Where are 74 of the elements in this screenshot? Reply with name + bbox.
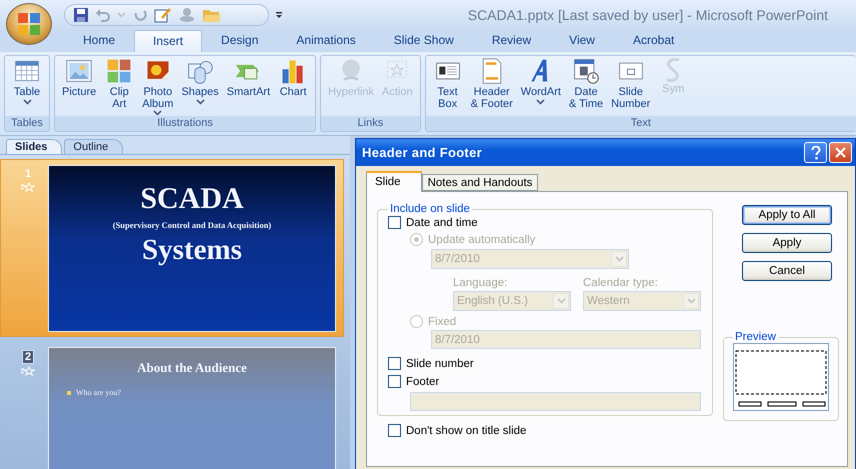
- slide-number: 2: [22, 350, 34, 364]
- edit-icon[interactable]: [154, 7, 172, 23]
- slide-title: SCADA: [140, 182, 244, 216]
- window-title: SCADA1.pptx [Last saved by user] - Microsoft PowerPoint: [468, 7, 828, 23]
- slide-number-checkbox[interactable]: [388, 357, 401, 370]
- ribbon-tab[interactable]: Animations: [277, 29, 375, 52]
- close-button[interactable]: [829, 142, 852, 163]
- radio-label: Fixed: [428, 316, 456, 328]
- ribbon-tab[interactable]: Acrobat: [614, 29, 694, 52]
- footer-checkbox[interactable]: [388, 375, 401, 388]
- customize-icon[interactable]: [275, 11, 283, 19]
- date-time-checkbox[interactable]: [388, 216, 401, 229]
- caret-icon: [556, 298, 566, 304]
- panel-tab[interactable]: Slides: [6, 139, 62, 154]
- slide-item[interactable]: 1 SCADA (Supervisory Control and Data Acquisition) Systems: [0, 159, 344, 337]
- checkbox-label: Footer: [406, 376, 440, 388]
- ribbon-button[interactable]: Chart: [274, 57, 312, 116]
- caret-icon: [686, 298, 696, 304]
- group-label: Tables: [5, 116, 49, 131]
- transition-icon: [21, 366, 35, 376]
- ribbon-button[interactable]: WordArt: [516, 57, 565, 116]
- ribbon-button[interactable]: Text Box: [428, 57, 467, 116]
- group-label: Illustrations: [55, 116, 316, 131]
- ribbon-button[interactable]: Slide Number: [607, 57, 654, 116]
- picture-icon: [65, 57, 94, 85]
- office-logo-icon: [16, 11, 42, 37]
- clip-art-icon: [105, 57, 134, 85]
- group-title: Include on slide: [389, 203, 471, 215]
- checkbox-label: Slide number: [406, 358, 474, 370]
- transition-icon: [21, 182, 35, 192]
- ribbon-button[interactable]: Date & Time: [564, 57, 608, 116]
- field-label: Language:: [453, 277, 508, 289]
- caret-icon: [117, 12, 126, 18]
- ribbon-button[interactable]: Header & Footer: [466, 57, 517, 116]
- dialog-button[interactable]: Apply to All: [742, 205, 832, 225]
- dialog-button[interactable]: Cancel: [742, 261, 832, 281]
- slide-number: 1: [24, 168, 32, 180]
- ribbon-button[interactable]: SmartArt: [222, 57, 274, 116]
- radio-label: Update automatically: [428, 234, 536, 246]
- ribbon-button[interactable]: Picture: [58, 57, 100, 116]
- slide-title: Systems: [142, 234, 242, 267]
- help-icon: [810, 146, 820, 160]
- group-label: Text: [426, 116, 856, 131]
- ribbon-button[interactable]: Shapes: [177, 57, 223, 116]
- ribbon-button[interactable]: Photo Album: [138, 57, 178, 116]
- title-slide-checkbox[interactable]: [388, 424, 401, 437]
- group-label: Links: [321, 116, 420, 131]
- ribbon-tab[interactable]: Design: [202, 29, 278, 52]
- ribbon-button[interactable]: Table: [8, 57, 46, 116]
- dialog-tab[interactable]: Notes and Handouts: [422, 174, 538, 191]
- ribbon-tab[interactable]: Review: [472, 29, 550, 52]
- ribbon-button[interactable]: Clip Art: [100, 57, 138, 116]
- close-icon: [835, 147, 846, 158]
- checkbox-label: Don't show on title slide: [406, 424, 526, 436]
- ribbon-tab[interactable]: Insert: [134, 30, 202, 52]
- symbol-icon: [665, 57, 682, 82]
- slide-title: About the Audience: [137, 360, 247, 376]
- slide-subtitle: (Supervisory Control and Data Acquisition): [112, 220, 272, 230]
- ribbon-tab[interactable]: Home: [64, 29, 134, 52]
- field-label: Calendar type:: [583, 277, 658, 289]
- checkbox-label: Date and time: [406, 216, 478, 228]
- dialog-title: Header and Footer: [362, 145, 483, 160]
- group-title: Preview: [734, 331, 777, 343]
- calendar-icon: [572, 57, 600, 85]
- dialog-tab[interactable]: Slide: [366, 171, 422, 192]
- panel-tab[interactable]: Outline: [64, 139, 124, 154]
- ribbon-tab[interactable]: View: [550, 29, 614, 52]
- bullet-icon: [67, 390, 71, 394]
- save-icon[interactable]: [73, 7, 89, 23]
- dialog-button[interactable]: Apply: [742, 233, 832, 253]
- caret-icon: [614, 256, 624, 262]
- help-button[interactable]: [804, 142, 827, 163]
- ribbon-tab[interactable]: Slide Show: [374, 29, 473, 52]
- bullet-text: Who are you?: [76, 388, 121, 397]
